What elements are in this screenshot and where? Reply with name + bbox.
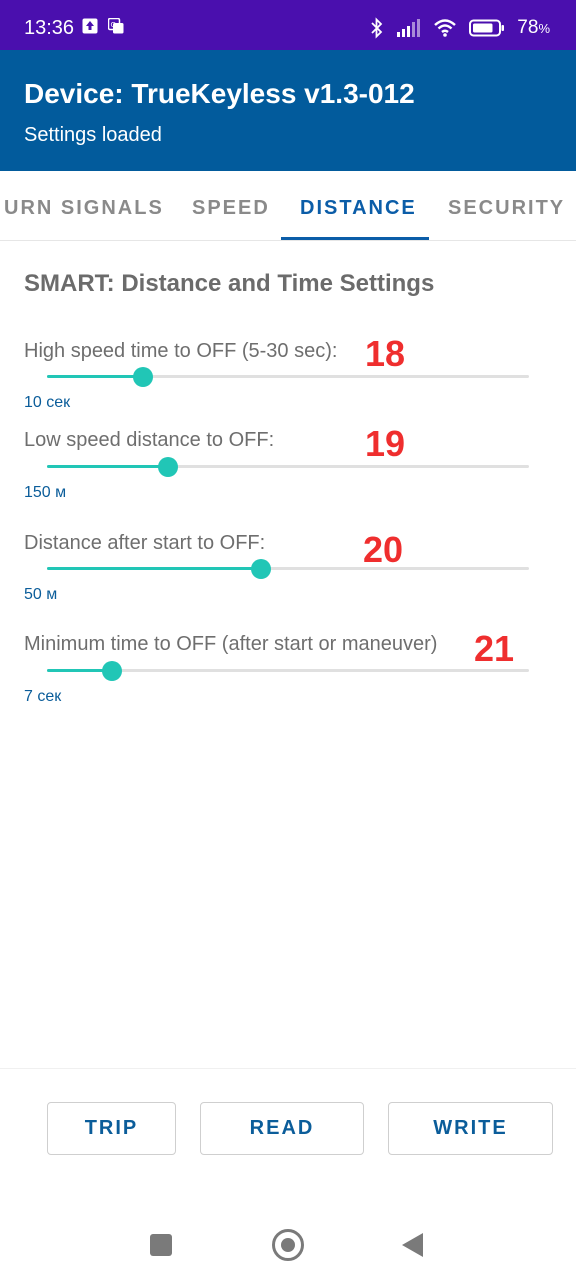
write-button[interactable]: WRITE (388, 1102, 553, 1155)
home-circle-icon[interactable] (272, 1229, 304, 1261)
tab-distance[interactable]: DISTANCE (300, 197, 417, 220)
setting-label-minimum-time: Minimum time to OFF (after start or mane… (24, 633, 438, 655)
slider-high-speed-time[interactable] (47, 365, 529, 389)
status-bar: 13:36 G 78% (0, 0, 576, 50)
slider-thumb[interactable] (157, 457, 178, 477)
setting-label-low-speed-distance: Low speed distance to OFF: (24, 429, 275, 451)
slider-thumb[interactable] (102, 661, 123, 681)
status-right: 78% (369, 16, 550, 40)
read-button[interactable]: READ (200, 1102, 364, 1155)
recents-square-icon[interactable] (150, 1234, 172, 1256)
tab-speed[interactable]: SPEED (192, 197, 270, 220)
bottom-divider (0, 1068, 576, 1069)
setting-value-high-speed-time: 10 сек (24, 394, 71, 411)
svg-text:G: G (111, 21, 116, 29)
back-triangle-icon[interactable] (402, 1233, 423, 1257)
battery-percent: 78% (517, 17, 550, 38)
tab-indicator (281, 237, 429, 240)
setting-value-low-speed-distance: 150 м (24, 484, 67, 501)
tab-security[interactable]: SECURITY (448, 197, 565, 220)
setting-label-distance-after-start: Distance after start to OFF: (24, 532, 266, 554)
translate-icon: G (108, 18, 124, 34)
trip-button[interactable]: TRIP (47, 1102, 176, 1155)
slider-thumb[interactable] (133, 367, 154, 387)
slider-distance-after-start[interactable] (47, 557, 529, 581)
slider-minimum-time[interactable] (47, 659, 529, 683)
section-title: SMART: Distance and Time Settings (24, 270, 435, 297)
upload-icon (82, 18, 98, 34)
slider-fill (47, 375, 144, 378)
app-subtitle: Settings loaded (24, 124, 162, 146)
status-time: 13:36 (24, 17, 75, 39)
tab-turn-signals[interactable]: URN SIGNALS (4, 197, 164, 220)
battery-icon (469, 19, 505, 37)
setting-label-high-speed-time: High speed time to OFF (5-30 sec): (24, 340, 338, 362)
slider-fill (47, 465, 168, 468)
signal-icon (397, 19, 421, 37)
wifi-icon (434, 19, 457, 37)
slider-fill (47, 567, 262, 570)
app-bar: Device: TrueKeyless v1.3-012 Settings lo… (0, 50, 576, 171)
app-title: Device: TrueKeyless v1.3-012 (24, 78, 415, 109)
slider-low-speed-distance[interactable] (47, 455, 529, 479)
setting-value-minimum-time: 7 сек (24, 688, 62, 705)
bluetooth-icon (371, 17, 383, 39)
slider-thumb[interactable] (251, 559, 272, 579)
setting-value-distance-after-start: 50 м (24, 586, 58, 603)
tab-bar: URN SIGNALS SPEED DISTANCE SECURITY (0, 171, 576, 241)
